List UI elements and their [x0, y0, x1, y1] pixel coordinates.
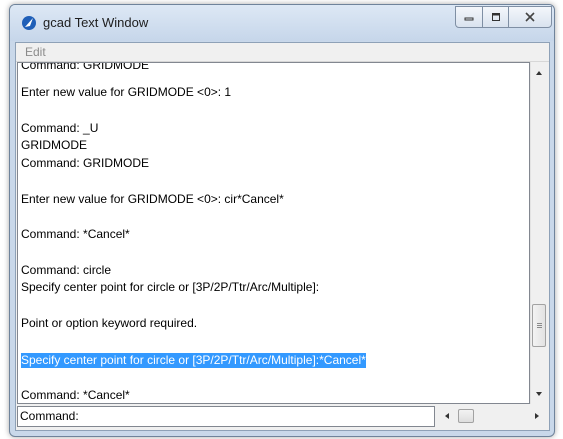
maximize-icon [491, 13, 500, 21]
window-title: gcad Text Window [43, 15, 149, 30]
scroll-left-arrow-icon[interactable] [445, 413, 449, 419]
grip-line [537, 325, 542, 326]
history-line: GRIDMODE [21, 138, 87, 152]
history-line: Enter new value for GRIDMODE <0>: 1 [21, 85, 232, 99]
close-button[interactable] [508, 6, 552, 28]
scroll-right-arrow-icon[interactable] [535, 413, 539, 419]
gcad-logo-icon [21, 15, 37, 31]
scroll-up-arrow-icon[interactable] [536, 71, 542, 75]
grip-line [537, 327, 542, 328]
maximize-button[interactable] [482, 6, 509, 28]
scroll-down-arrow-icon[interactable] [536, 392, 542, 396]
history-line: Enter new value for GRIDMODE <0>: cir*Ca… [21, 192, 284, 206]
history-line: Command: *Cancel* [21, 388, 130, 402]
window-client-area: Edit Command: GRIDMODE Enter new value f… [15, 42, 550, 431]
command-line[interactable]: Command: [17, 406, 435, 427]
minimize-icon [464, 17, 474, 21]
horizontal-scroll-thumb[interactable] [458, 409, 474, 423]
history-line-selected[interactable]: Specify center point for circle or [3P/2… [21, 353, 366, 368]
history-line: Command: circle [21, 263, 112, 277]
history-line: Specify center point for circle or [3P/2… [21, 280, 320, 294]
close-icon [525, 12, 535, 22]
history-line: Command: *Cancel* [21, 227, 130, 241]
minimize-button[interactable] [455, 6, 483, 28]
title-bar[interactable]: gcad Text Window [10, 5, 554, 41]
menu-bar: Edit [16, 43, 549, 62]
history-line: Command: GRIDMODE [21, 62, 150, 72]
vertical-scrollbar[interactable] [530, 62, 548, 404]
command-history[interactable]: Command: GRIDMODE Enter new value for GR… [17, 62, 530, 404]
text-window: gcad Text Window Edit Command: GRIDMODE … [9, 4, 555, 437]
history-line: Point or option keyword required. [21, 316, 198, 330]
history-line: Command: GRIDMODE [21, 156, 150, 170]
grip-line [537, 323, 542, 324]
horizontal-scrollbar[interactable] [437, 406, 547, 427]
menu-item-edit[interactable]: Edit [25, 45, 46, 59]
history-line: Command: _U [21, 121, 99, 135]
command-prompt-label: Command: [20, 409, 79, 423]
vertical-scroll-thumb[interactable] [532, 304, 546, 347]
